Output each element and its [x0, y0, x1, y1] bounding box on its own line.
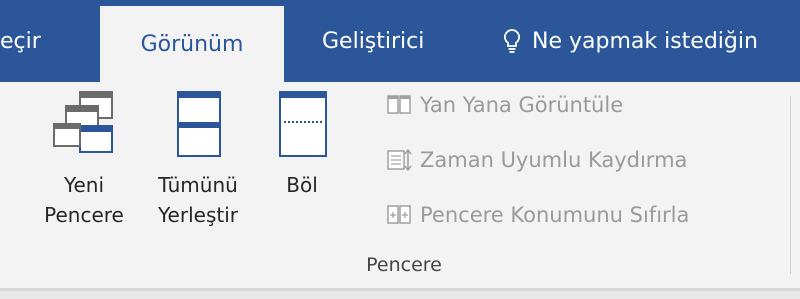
- tell-me-label: Ne yapmak istediğin: [532, 28, 758, 54]
- new-window-label: Yeni Pencere: [44, 173, 124, 227]
- sync-scroll-icon: [387, 148, 412, 172]
- tab-gecir-partial[interactable]: eçir: [0, 0, 96, 82]
- tell-me-search[interactable]: Ne yapmak istediğin: [502, 0, 758, 82]
- split-icon: [279, 91, 327, 157]
- reset-window-position-button[interactable]: Pencere Konumunu Sıfırla: [386, 203, 689, 227]
- arrange-all-icon: [177, 91, 221, 157]
- split-button[interactable]: Böl: [270, 88, 334, 200]
- view-side-by-side-button[interactable]: Yan Yana Görüntüle: [386, 93, 623, 117]
- tab-label: eçir: [0, 28, 41, 54]
- ribbon-tab-bar: eçir Görünüm Geliştirici Ne yapmak isted…: [0, 0, 800, 82]
- sync-scroll-label: Zaman Uyumlu Kaydırma: [420, 148, 688, 172]
- arrange-all-label: Tümünü Yerleştir: [158, 173, 238, 227]
- lightbulb-icon: [504, 29, 520, 53]
- tab-label: Görünüm: [140, 31, 244, 57]
- reset-position-icon: [387, 205, 411, 224]
- synchronous-scrolling-button[interactable]: Zaman Uyumlu Kaydırma: [386, 148, 687, 172]
- arrange-all-button[interactable]: Tümünü Yerleştir: [152, 88, 244, 230]
- tab-gelistirici[interactable]: Geliştirici: [322, 0, 424, 82]
- side-by-side-label: Yan Yana Görüntüle: [420, 93, 624, 117]
- new-window-icon: [53, 91, 113, 153]
- tab-gorunum[interactable]: Görünüm: [100, 6, 284, 82]
- split-label: Böl: [286, 173, 318, 197]
- group-separator: [790, 96, 791, 274]
- group-title: Pencere: [366, 254, 442, 276]
- side-by-side-icon: [387, 95, 411, 114]
- tab-label: Geliştirici: [322, 28, 425, 54]
- new-window-button[interactable]: Yeni Pencere: [38, 88, 130, 230]
- reset-position-label: Pencere Konumunu Sıfırla: [420, 203, 690, 227]
- ribbon-bottom-edge: [0, 291, 800, 299]
